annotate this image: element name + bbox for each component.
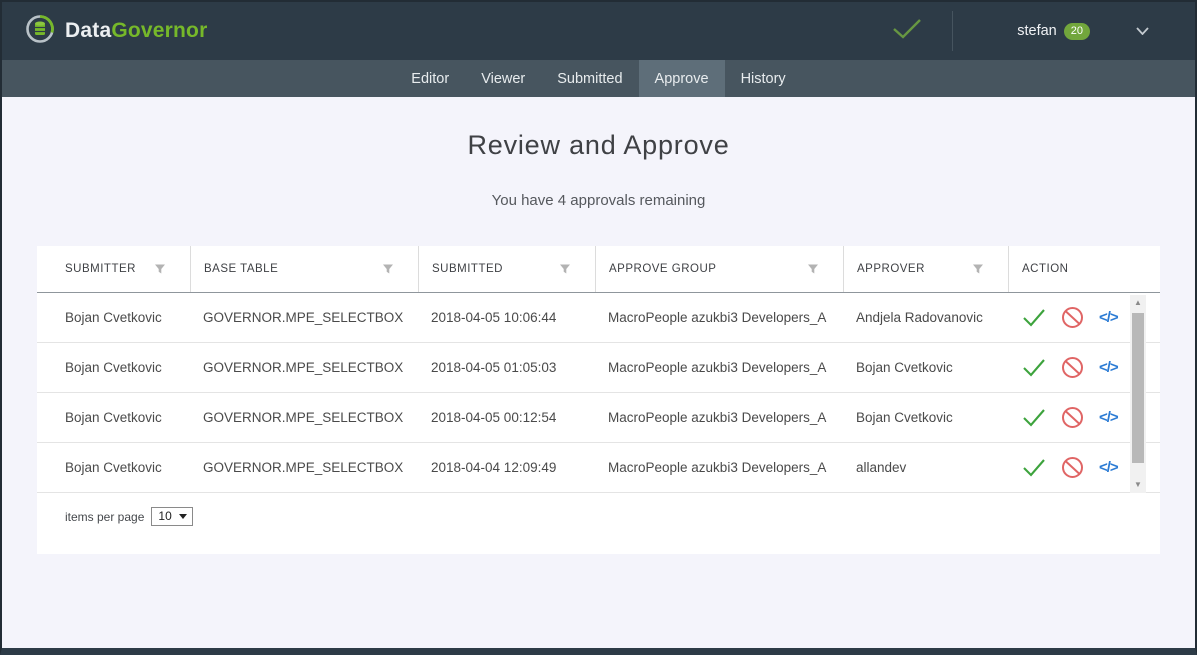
- column-header-base-table[interactable]: BASE TABLE: [190, 246, 418, 292]
- column-header-action: ACTION: [1008, 246, 1160, 292]
- filter-funnel-icon[interactable]: [382, 263, 394, 275]
- cell-submitted: 2018-04-05 01:05:03: [418, 343, 595, 392]
- cell-approve-group: MacroPeople azukbi3 Developers_A: [595, 393, 843, 442]
- cell-base-table: GOVERNOR.MPE_SELECTBOX: [190, 343, 418, 392]
- top-header: DataGovernor stefan 20: [2, 2, 1195, 60]
- page-title: Review and Approve: [2, 130, 1195, 161]
- brand-name-part2: Governor: [111, 19, 207, 42]
- cell-submitter: Bojan Cvetkovic: [37, 343, 190, 392]
- brand-name: DataGovernor: [65, 19, 207, 43]
- cell-base-table: GOVERNOR.MPE_SELECTBOX: [190, 393, 418, 442]
- app-window: DataGovernor stefan 20 Editor Viewer Sub…: [0, 0, 1197, 655]
- column-label: SUBMITTER: [65, 263, 136, 275]
- dropdown-arrow-icon: [179, 514, 187, 519]
- tab-editor[interactable]: Editor: [395, 60, 465, 97]
- reject-ban-icon[interactable]: [1061, 406, 1084, 429]
- main-nav: Editor Viewer Submitted Approve History: [2, 60, 1195, 97]
- column-header-approver[interactable]: APPROVER: [843, 246, 1008, 292]
- filter-funnel-icon[interactable]: [559, 263, 571, 275]
- view-code-icon[interactable]: </>: [1099, 459, 1118, 476]
- approve-check-icon[interactable]: [1022, 308, 1046, 327]
- user-count-badge: 20: [1064, 23, 1090, 40]
- cell-submitted: 2018-04-05 00:12:54: [418, 393, 595, 442]
- column-header-approve-group[interactable]: APPROVE GROUP: [595, 246, 843, 292]
- approve-check-icon[interactable]: [1022, 458, 1046, 477]
- approvals-check-icon[interactable]: [892, 18, 922, 45]
- pagination-bar: items per page 10: [37, 493, 1160, 526]
- reject-ban-icon[interactable]: [1061, 456, 1084, 479]
- cell-base-table: GOVERNOR.MPE_SELECTBOX: [190, 443, 418, 492]
- brand-logo[interactable]: DataGovernor: [24, 13, 207, 50]
- column-label: ACTION: [1022, 263, 1068, 275]
- reject-ban-icon[interactable]: [1061, 356, 1084, 379]
- cell-submitter: Bojan Cvetkovic: [37, 443, 190, 492]
- table-row: Bojan Cvetkovic GOVERNOR.MPE_SELECTBOX 2…: [37, 393, 1160, 443]
- tab-approve[interactable]: Approve: [639, 60, 725, 97]
- header-divider: [952, 11, 953, 51]
- cell-base-table: GOVERNOR.MPE_SELECTBOX: [190, 293, 418, 342]
- items-per-page-label: items per page: [65, 510, 144, 524]
- cell-submitted: 2018-04-04 12:09:49: [418, 443, 595, 492]
- scroll-down-icon[interactable]: ▼: [1134, 477, 1142, 493]
- view-code-icon[interactable]: </>: [1099, 359, 1118, 376]
- user-name[interactable]: stefan: [1017, 23, 1057, 39]
- cell-approver: Andjela Radovanovic: [843, 293, 1008, 342]
- cell-submitted: 2018-04-05 10:06:44: [418, 293, 595, 342]
- view-code-icon[interactable]: </>: [1099, 409, 1118, 426]
- column-label: APPROVER: [857, 263, 925, 275]
- tab-submitted[interactable]: Submitted: [541, 60, 638, 97]
- filter-funnel-icon[interactable]: [972, 263, 984, 275]
- cell-approver: Bojan Cvetkovic: [843, 343, 1008, 392]
- table-row: Bojan Cvetkovic GOVERNOR.MPE_SELECTBOX 2…: [37, 293, 1160, 343]
- scroll-up-icon[interactable]: ▲: [1134, 295, 1142, 311]
- filter-funnel-icon[interactable]: [807, 263, 819, 275]
- approve-check-icon[interactable]: [1022, 408, 1046, 427]
- table-body: Bojan Cvetkovic GOVERNOR.MPE_SELECTBOX 2…: [37, 293, 1160, 493]
- reject-ban-icon[interactable]: [1061, 306, 1084, 329]
- table-row: Bojan Cvetkovic GOVERNOR.MPE_SELECTBOX 2…: [37, 443, 1160, 493]
- brand-name-part1: Data: [65, 19, 111, 42]
- cell-approver: allandev: [843, 443, 1008, 492]
- table-header-row: SUBMITTER BASE TABLE SUBMITTED APPROVE G…: [37, 246, 1160, 293]
- view-code-icon[interactable]: </>: [1099, 309, 1118, 326]
- approvals-remaining-text: You have 4 approvals remaining: [2, 192, 1195, 209]
- cell-submitter: Bojan Cvetkovic: [37, 393, 190, 442]
- tab-history[interactable]: History: [725, 60, 802, 97]
- tab-viewer[interactable]: Viewer: [465, 60, 541, 97]
- approve-check-icon[interactable]: [1022, 358, 1046, 377]
- column-header-submitter[interactable]: SUBMITTER: [37, 246, 190, 292]
- table-scrollbar[interactable]: ▲ ▼: [1130, 295, 1146, 493]
- items-per-page-select[interactable]: 10: [151, 507, 192, 526]
- items-per-page-value: 10: [158, 509, 171, 523]
- approvals-table-card: SUBMITTER BASE TABLE SUBMITTED APPROVE G…: [37, 246, 1160, 554]
- scrollbar-thumb[interactable]: [1132, 313, 1144, 463]
- cell-approve-group: MacroPeople azukbi3 Developers_A: [595, 343, 843, 392]
- database-logo-icon: [24, 13, 56, 50]
- column-label: BASE TABLE: [204, 263, 278, 275]
- cell-submitter: Bojan Cvetkovic: [37, 293, 190, 342]
- user-menu-chevron-down-icon[interactable]: [1136, 22, 1149, 40]
- table-row: Bojan Cvetkovic GOVERNOR.MPE_SELECTBOX 2…: [37, 343, 1160, 393]
- column-header-submitted[interactable]: SUBMITTED: [418, 246, 595, 292]
- filter-funnel-icon[interactable]: [154, 263, 166, 275]
- cell-approve-group: MacroPeople azukbi3 Developers_A: [595, 293, 843, 342]
- column-label: APPROVE GROUP: [609, 263, 716, 275]
- cell-approver: Bojan Cvetkovic: [843, 393, 1008, 442]
- cell-approve-group: MacroPeople azukbi3 Developers_A: [595, 443, 843, 492]
- column-label: SUBMITTED: [432, 263, 503, 275]
